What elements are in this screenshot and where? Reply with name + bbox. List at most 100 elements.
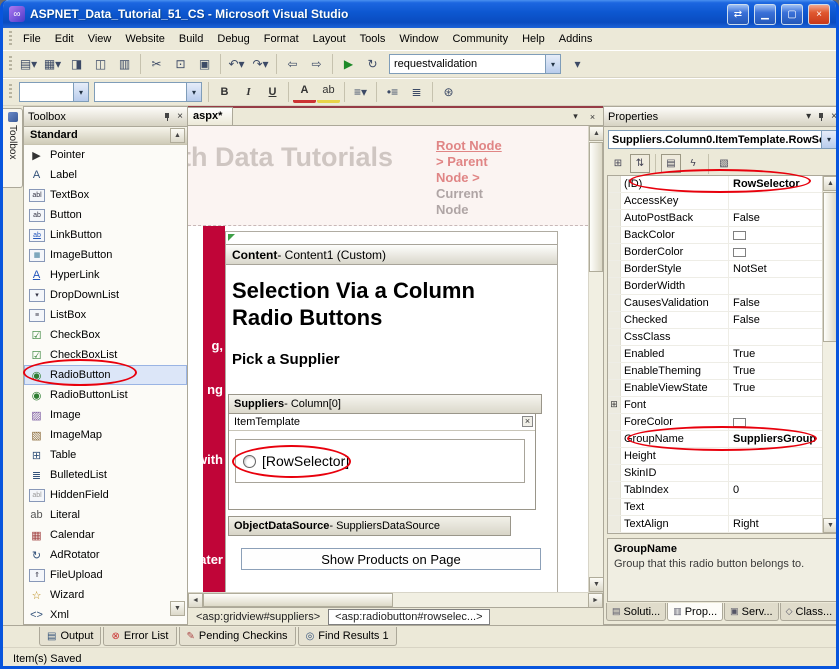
property-value[interactable]: RowSelector bbox=[729, 176, 822, 192]
scroll-right-icon[interactable]: ► bbox=[588, 593, 603, 608]
pin-icon[interactable] bbox=[816, 112, 826, 122]
quick-find-input[interactable] bbox=[390, 58, 545, 70]
sync-icon[interactable]: ↻ bbox=[361, 53, 384, 75]
italic-icon[interactable]: I bbox=[237, 81, 260, 103]
property-row-forecolor[interactable]: ForeColor bbox=[608, 414, 837, 431]
close-button[interactable]: × bbox=[808, 4, 830, 25]
menu-website[interactable]: Website bbox=[118, 30, 172, 48]
toolbar-grip[interactable] bbox=[9, 56, 12, 72]
minimize-button[interactable]: ▁ bbox=[754, 4, 776, 25]
copy-icon[interactable]: ⊡ bbox=[169, 53, 192, 75]
property-value[interactable] bbox=[729, 448, 822, 464]
toolbox-item-label[interactable]: ALabel bbox=[24, 165, 187, 185]
add-item-icon[interactable]: ▦▾ bbox=[41, 53, 64, 75]
document-close-icon[interactable]: × bbox=[585, 109, 600, 124]
toolbox-item-calendar[interactable]: ▦Calendar bbox=[24, 525, 187, 545]
scrollbar-thumb[interactable] bbox=[589, 142, 603, 272]
toolbox-item-checkbox[interactable]: ☑CheckBox bbox=[24, 325, 187, 345]
breadcrumb-line[interactable]: > Parent bbox=[436, 154, 516, 170]
quick-find-combo[interactable]: ▾ bbox=[389, 54, 561, 74]
template-close-icon[interactable]: × bbox=[522, 416, 533, 427]
toolbar-grip[interactable] bbox=[9, 84, 12, 100]
menu-community[interactable]: Community bbox=[445, 30, 515, 48]
menu-file[interactable]: File bbox=[16, 30, 48, 48]
open-file-icon[interactable]: ◨ bbox=[65, 53, 88, 75]
object-selector[interactable]: Suppliers.Column0.ItemTemplate.RowSel ▾ bbox=[608, 130, 837, 149]
rowselector-radiobutton[interactable]: [RowSelector] bbox=[235, 439, 525, 483]
toolbox-item-pointer[interactable]: ▶Pointer bbox=[24, 145, 187, 165]
toolbar-options-icon[interactable]: ▾ bbox=[566, 53, 589, 75]
property-row-cssclass[interactable]: CssClass bbox=[608, 329, 837, 346]
breadcrumb-line[interactable]: Current bbox=[436, 186, 516, 202]
tab-output[interactable]: ▤Output bbox=[39, 627, 101, 646]
bulleted-list-icon[interactable]: •≡ bbox=[381, 81, 404, 103]
toolbox-item-wizard[interactable]: ☆Wizard bbox=[24, 585, 187, 605]
scroll-up-icon[interactable]: ▲ bbox=[823, 176, 838, 191]
property-value[interactable] bbox=[729, 397, 822, 413]
property-row-backcolor[interactable]: BackColor bbox=[608, 227, 837, 244]
save-all-icon[interactable]: ▥ bbox=[113, 53, 136, 75]
property-row-bordercolor[interactable]: BorderColor bbox=[608, 244, 837, 261]
property-value[interactable]: True bbox=[729, 380, 822, 396]
property-value[interactable]: False bbox=[729, 210, 822, 226]
scrollbar-thumb[interactable] bbox=[203, 593, 393, 607]
numbered-list-icon[interactable]: ≣ bbox=[405, 81, 428, 103]
start-debug-icon[interactable]: ▶ bbox=[337, 53, 360, 75]
property-row-checked[interactable]: CheckedFalse bbox=[608, 312, 837, 329]
property-value[interactable]: 0 bbox=[729, 482, 822, 498]
property-row-skinid[interactable]: SkinID bbox=[608, 465, 837, 482]
toolbox-item-listbox[interactable]: ≡ListBox bbox=[24, 305, 187, 325]
menu-layout[interactable]: Layout bbox=[306, 30, 353, 48]
target-rule-combo[interactable]: ▾ bbox=[19, 82, 89, 102]
categorized-icon[interactable]: ⊞ bbox=[608, 154, 628, 173]
underline-icon[interactable]: U bbox=[261, 81, 284, 103]
toolbox-close-icon[interactable]: × bbox=[177, 112, 183, 122]
property-value[interactable]: False bbox=[729, 295, 822, 311]
undo-icon[interactable]: ↶▾ bbox=[225, 53, 248, 75]
gridview-header[interactable]: Suppliers - Column[0] bbox=[228, 394, 542, 414]
menu-build[interactable]: Build bbox=[172, 30, 210, 48]
itemtemplate-editor[interactable]: ItemTemplate × [RowSelector] bbox=[228, 414, 536, 510]
property-row-accesskey[interactable]: AccessKey bbox=[608, 193, 837, 210]
property-value[interactable] bbox=[729, 465, 822, 481]
property-row-textalign[interactable]: TextAlignRight bbox=[608, 516, 837, 533]
window-menu-icon[interactable]: ▾ bbox=[806, 112, 811, 122]
property-value[interactable]: True bbox=[729, 346, 822, 362]
menu-format[interactable]: Format bbox=[257, 30, 306, 48]
toolbox-item-imagemap[interactable]: ▧ImageMap bbox=[24, 425, 187, 445]
toolbox-item-checkboxlist[interactable]: ☑CheckBoxList bbox=[24, 345, 187, 365]
breadcrumb-line[interactable]: Node > bbox=[436, 170, 516, 186]
toolbar-grip[interactable] bbox=[9, 31, 12, 47]
toolbox-item-image[interactable]: ▨Image bbox=[24, 405, 187, 425]
tab-prop[interactable]: ▥Prop... bbox=[667, 603, 723, 621]
window-layout-button[interactable]: ⇄ bbox=[727, 4, 749, 25]
navigate-back-icon[interactable]: ⇦ bbox=[281, 53, 304, 75]
title-bar[interactable]: ASPNET_Data_Tutorial_51_CS - Microsoft V… bbox=[3, 0, 836, 28]
alignment-icon[interactable]: ≡▾ bbox=[349, 81, 372, 103]
menu-view[interactable]: View bbox=[81, 30, 119, 48]
design-surface[interactable]: th Data Tutorials Root Node> ParentNode … bbox=[188, 126, 603, 592]
expand-icon[interactable]: ⊞ bbox=[608, 397, 621, 413]
toolbox-item-bulletedlist[interactable]: ≣BulletedList bbox=[24, 465, 187, 485]
property-pages-icon[interactable]: ▧ bbox=[714, 154, 734, 173]
scroll-up-icon[interactable]: ▲ bbox=[589, 126, 603, 141]
property-row-borderwidth[interactable]: BorderWidth bbox=[608, 278, 837, 295]
pin-icon[interactable] bbox=[162, 112, 172, 122]
toolbox-scroll-up-icon[interactable]: ▲ bbox=[170, 128, 185, 143]
menu-edit[interactable]: Edit bbox=[48, 30, 81, 48]
new-website-icon[interactable]: ▤▾ bbox=[17, 53, 40, 75]
show-products-button[interactable]: Show Products on Page bbox=[241, 548, 541, 570]
menu-debug[interactable]: Debug bbox=[210, 30, 256, 48]
property-value[interactable] bbox=[729, 278, 822, 294]
redo-icon[interactable]: ↷▾ bbox=[249, 53, 272, 75]
menu-help[interactable]: Help bbox=[515, 30, 552, 48]
document-tab-aspx[interactable]: aspx* bbox=[182, 107, 233, 125]
maximize-button[interactable]: ▢ bbox=[781, 4, 803, 25]
toolbox-item-radiobutton[interactable]: ◉RadioButton bbox=[24, 365, 187, 385]
toolbox-dock-tab[interactable]: Toolbox bbox=[3, 108, 23, 188]
convert-to-hyperlink-icon[interactable]: ⊛ bbox=[437, 81, 460, 103]
property-value[interactable] bbox=[729, 329, 822, 345]
property-value[interactable]: False bbox=[729, 312, 822, 328]
property-row-font[interactable]: ⊞Font bbox=[608, 397, 837, 414]
toolbox-title-bar[interactable]: Toolbox × bbox=[24, 107, 187, 127]
